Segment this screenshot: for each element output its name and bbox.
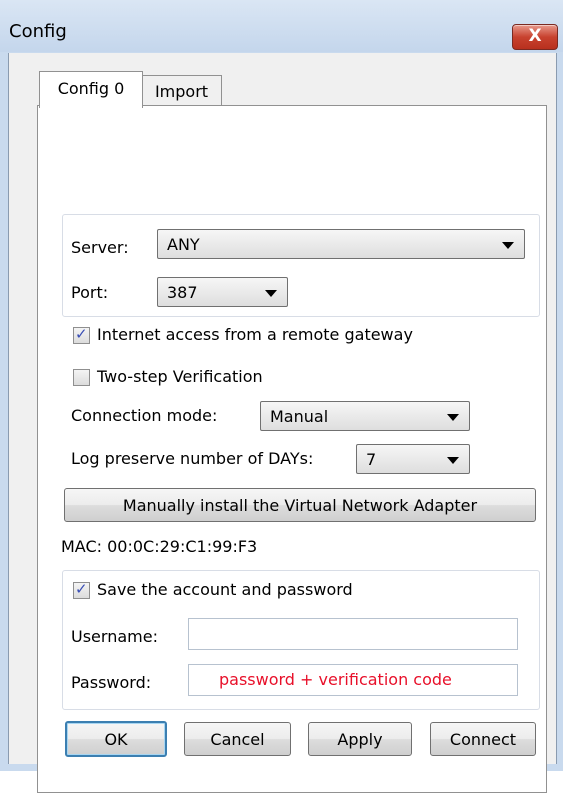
connect-button-label: Connect: [449, 730, 517, 749]
port-value: 387: [167, 283, 198, 302]
ok-button-label: OK: [104, 730, 128, 749]
username-label: Username:: [71, 627, 158, 646]
tab-import[interactable]: Import: [141, 75, 222, 107]
connection-mode-label: Connection mode:: [71, 406, 218, 425]
tab-panel: Server: ANY Port: 387 Internet access fr…: [37, 105, 547, 793]
server-value: ANY: [167, 235, 200, 254]
connect-button[interactable]: Connect: [430, 722, 536, 756]
internet-access-label: Internet access from a remote gateway: [97, 325, 413, 344]
port-select[interactable]: 387: [157, 277, 288, 307]
chevron-down-icon: [447, 457, 459, 464]
server-select[interactable]: ANY: [157, 229, 525, 259]
close-button[interactable]: X: [512, 24, 558, 50]
chevron-down-icon: [265, 290, 277, 297]
log-days-select[interactable]: 7: [356, 444, 470, 474]
apply-button[interactable]: Apply: [308, 722, 412, 756]
cancel-button-label: Cancel: [210, 730, 265, 749]
save-account-label: Save the account and password: [97, 580, 353, 599]
ok-button[interactable]: OK: [65, 721, 167, 757]
install-adapter-button[interactable]: Manually install the Virtual Network Ada…: [64, 488, 536, 522]
config-window: Config X Config 0 Import Server: ANY Por…: [0, 0, 563, 793]
log-days-label: Log preserve number of DAYs:: [71, 449, 314, 468]
apply-button-label: Apply: [337, 730, 383, 749]
password-label: Password:: [71, 673, 152, 692]
mac-address: MAC: 00:0C:29:C1:99:F3: [61, 537, 258, 556]
title-bar[interactable]: Config X: [0, 0, 563, 52]
two-step-label: Two-step Verification: [97, 367, 263, 386]
chevron-down-icon: [502, 242, 514, 249]
username-input[interactable]: [188, 618, 518, 650]
cancel-button[interactable]: Cancel: [184, 722, 291, 756]
tab-import-label: Import: [154, 82, 209, 101]
log-days-value: 7: [366, 450, 377, 469]
close-icon: X: [528, 26, 542, 46]
port-label: Port:: [71, 283, 109, 302]
tab-config-0[interactable]: Config 0: [39, 71, 143, 108]
password-input[interactable]: password + verification code: [188, 664, 518, 696]
two-step-checkbox[interactable]: [73, 369, 90, 386]
window-title: Config: [9, 21, 67, 42]
connection-mode-select[interactable]: Manual: [260, 401, 470, 431]
save-account-checkbox[interactable]: [73, 580, 90, 599]
internet-access-checkbox[interactable]: [73, 325, 90, 344]
server-label: Server:: [71, 238, 129, 257]
password-hint: password + verification code: [219, 670, 452, 689]
dialog-client-area: Config 0 Import Server: ANY Port: 387 In…: [8, 53, 557, 793]
install-adapter-label: Manually install the Virtual Network Ada…: [122, 496, 478, 515]
chevron-down-icon: [447, 414, 459, 421]
tab-config-0-label: Config 0: [57, 79, 125, 98]
connection-mode-value: Manual: [270, 407, 329, 426]
